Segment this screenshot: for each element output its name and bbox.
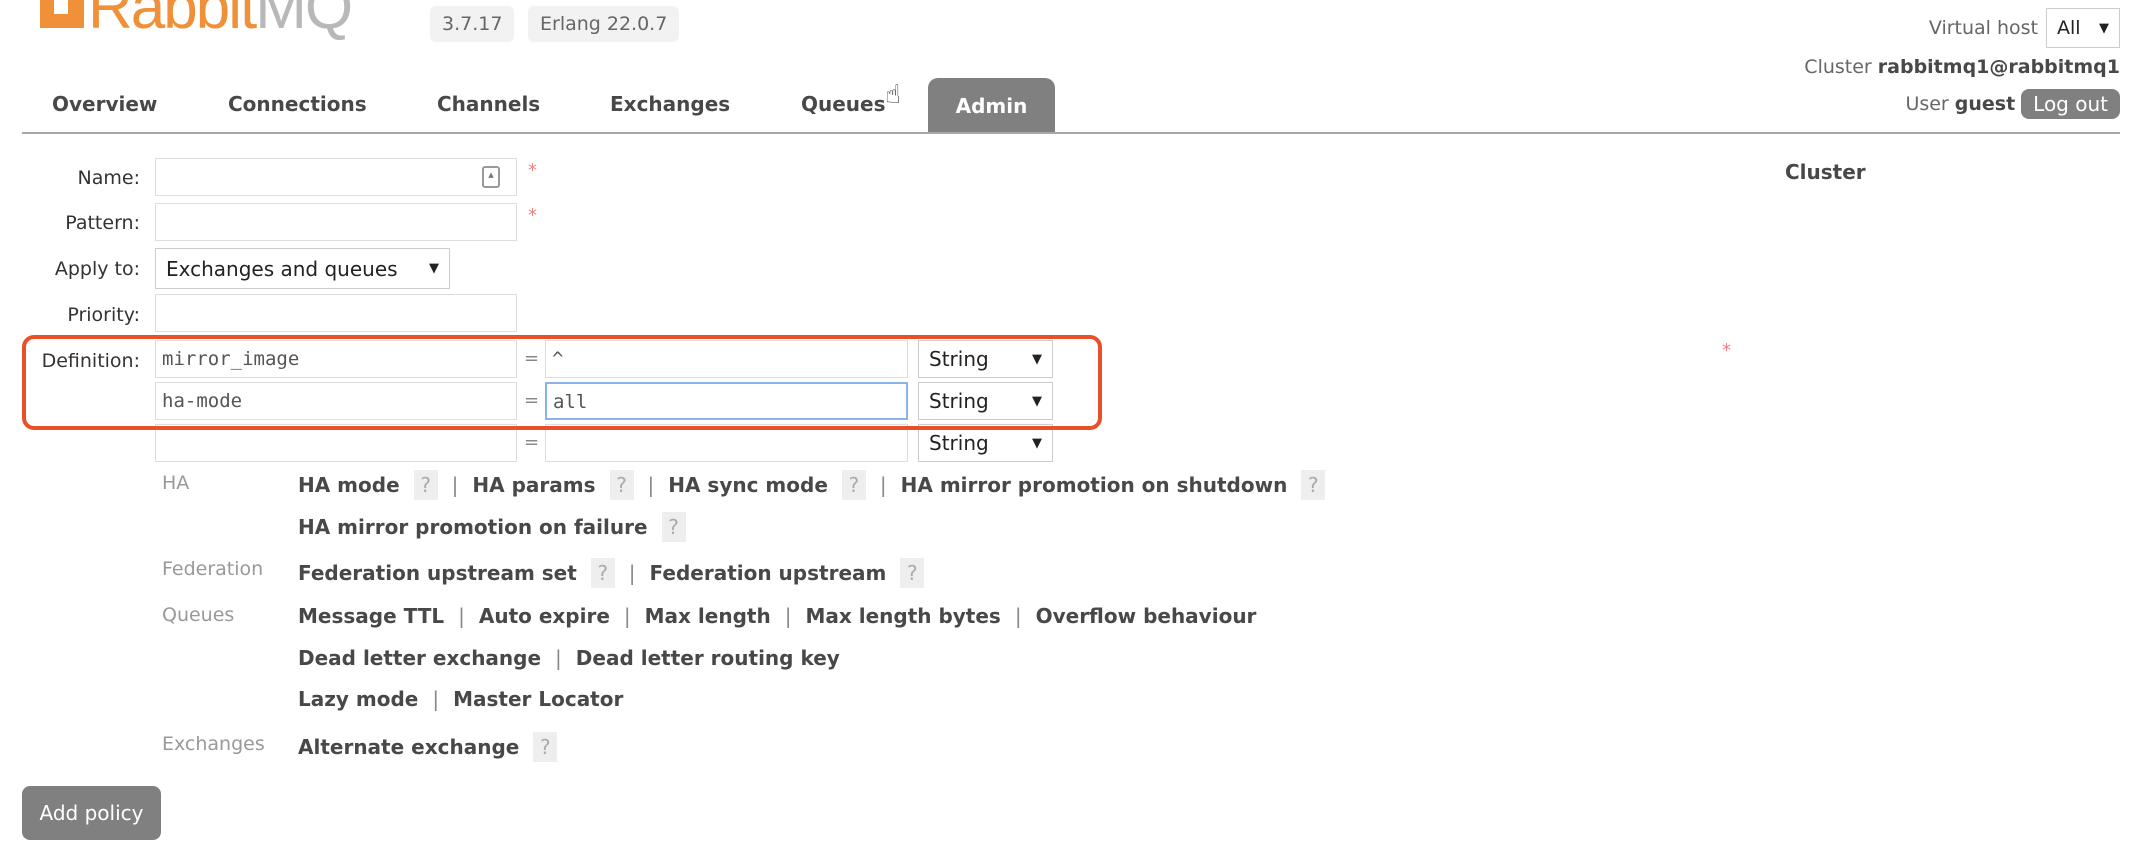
link-dead-letter-exchange[interactable]: Dead letter exchange	[298, 646, 541, 670]
queues-links-row-2: Dead letter exchange | Dead letter routin…	[298, 646, 840, 670]
virtual-host: Virtual host All ▼	[1929, 8, 2120, 48]
tab-channels[interactable]: Channels	[437, 92, 540, 116]
tab-connections[interactable]: Connections	[228, 92, 367, 116]
priority-input[interactable]	[155, 294, 517, 332]
separator: |	[647, 473, 655, 497]
virtual-host-value: All	[2057, 17, 2081, 39]
queues-links-row-3: Lazy mode | Master Locator	[298, 687, 623, 711]
rabbitmq-logo: RabbitMQ	[40, 0, 353, 43]
help-icon[interactable]: ?	[533, 732, 558, 762]
cluster-name: rabbitmq1@rabbitmq1	[1877, 56, 2120, 78]
link-federation-upstream[interactable]: Federation upstream	[650, 561, 887, 585]
link-ha-promotion-failure[interactable]: HA mirror promotion on failure	[298, 515, 648, 539]
type-value: String	[929, 431, 989, 455]
link-ha-sync-mode[interactable]: HA sync mode	[668, 473, 828, 497]
help-icon[interactable]: ?	[661, 512, 686, 542]
chevron-down-icon: ▼	[2099, 20, 2109, 36]
chevron-down-icon: ▼	[1032, 435, 1042, 451]
help-icon[interactable]: ?	[413, 470, 438, 500]
tab-queues[interactable]: Queues	[801, 92, 886, 116]
tab-overview[interactable]: Overview	[52, 92, 157, 116]
ha-links-row-2: HA mirror promotion on failure?	[298, 512, 686, 542]
link-ha-params[interactable]: HA params	[472, 473, 595, 497]
link-max-length[interactable]: Max length	[645, 604, 771, 628]
erlang-badge: Erlang 22.0.7	[528, 6, 680, 42]
separator: |	[451, 473, 459, 497]
separator: |	[784, 604, 792, 628]
required-marker: *	[528, 160, 537, 181]
side-heading: Cluster	[1785, 160, 1866, 184]
section-ha: HA	[162, 472, 190, 494]
equals-sign: =	[524, 432, 540, 453]
logout-button[interactable]: Log out	[2021, 89, 2120, 119]
link-dead-letter-routing-key[interactable]: Dead letter routing key	[576, 646, 840, 670]
federation-links-row: Federation upstream set? | Federation ups…	[298, 558, 925, 588]
ha-links-row: HA mode? | HA params? | HA sync mode? | HA …	[298, 470, 1326, 500]
highlight-box	[22, 335, 1102, 430]
nav-divider	[22, 132, 2120, 134]
cluster-label: Cluster	[1804, 56, 1872, 78]
pattern-input[interactable]	[155, 203, 517, 241]
separator: |	[432, 687, 440, 711]
link-overflow-behaviour[interactable]: Overflow behaviour	[1036, 604, 1257, 628]
separator: |	[1014, 604, 1022, 628]
link-ha-promotion-shutdown[interactable]: HA mirror promotion on shutdown	[901, 473, 1288, 497]
required-marker: *	[528, 205, 537, 226]
help-icon[interactable]: ?	[1301, 470, 1326, 500]
tab-admin[interactable]: Admin	[928, 78, 1055, 134]
link-max-length-bytes[interactable]: Max length bytes	[805, 604, 1000, 628]
separator: |	[879, 473, 887, 497]
link-federation-upstream-set[interactable]: Federation upstream set	[298, 561, 577, 585]
separator: |	[623, 604, 631, 628]
help-icon[interactable]: ?	[900, 558, 925, 588]
link-ha-mode[interactable]: HA mode	[298, 473, 400, 497]
separator: |	[458, 604, 465, 628]
required-marker: *	[1722, 340, 1731, 361]
name-input[interactable]	[155, 158, 517, 196]
cluster-info: Cluster rabbitmq1@rabbitmq1	[1804, 56, 2120, 78]
pattern-label: Pattern:	[65, 212, 140, 234]
apply-to-value: Exchanges and queues	[166, 256, 398, 281]
apply-to-select[interactable]: Exchanges and queues ▼	[155, 248, 450, 289]
separator: |	[555, 646, 562, 670]
separator: |	[628, 561, 636, 585]
exchanges-links-row: Alternate exchange?	[298, 732, 558, 762]
user-label: User	[1905, 93, 1949, 115]
virtual-host-select[interactable]: All ▼	[2046, 8, 2120, 48]
apply-to-label: Apply to:	[54, 258, 140, 280]
help-icon[interactable]: ?	[841, 470, 866, 500]
hand-cursor-icon: ☝	[885, 80, 901, 110]
version-badge: 3.7.17	[430, 6, 515, 42]
link-alternate-exchange[interactable]: Alternate exchange	[298, 735, 519, 759]
user-name: guest	[1954, 93, 2016, 115]
priority-label: Priority:	[67, 304, 140, 326]
add-policy-button[interactable]: Add policy	[22, 786, 161, 840]
section-exchanges: Exchanges	[162, 733, 265, 755]
autofill-icon[interactable]: ▴	[482, 166, 500, 188]
help-icon[interactable]: ?	[609, 470, 634, 500]
virtual-host-label: Virtual host	[1928, 17, 2038, 39]
queues-links-row: Message TTL | Auto expire | Max length | Ma…	[298, 604, 1256, 628]
help-icon[interactable]: ?	[590, 558, 615, 588]
chevron-down-icon: ▼	[429, 261, 439, 276]
user-info: User guest Log out	[1905, 89, 2120, 119]
link-lazy-mode[interactable]: Lazy mode	[298, 687, 418, 711]
name-label: Name:	[77, 167, 140, 189]
section-queues: Queues	[162, 604, 235, 626]
section-federation: Federation	[162, 558, 264, 580]
tab-exchanges[interactable]: Exchanges	[610, 92, 730, 116]
link-message-ttl[interactable]: Message TTL	[298, 604, 444, 628]
link-master-locator[interactable]: Master Locator	[453, 687, 623, 711]
link-auto-expire[interactable]: Auto expire	[479, 604, 610, 628]
